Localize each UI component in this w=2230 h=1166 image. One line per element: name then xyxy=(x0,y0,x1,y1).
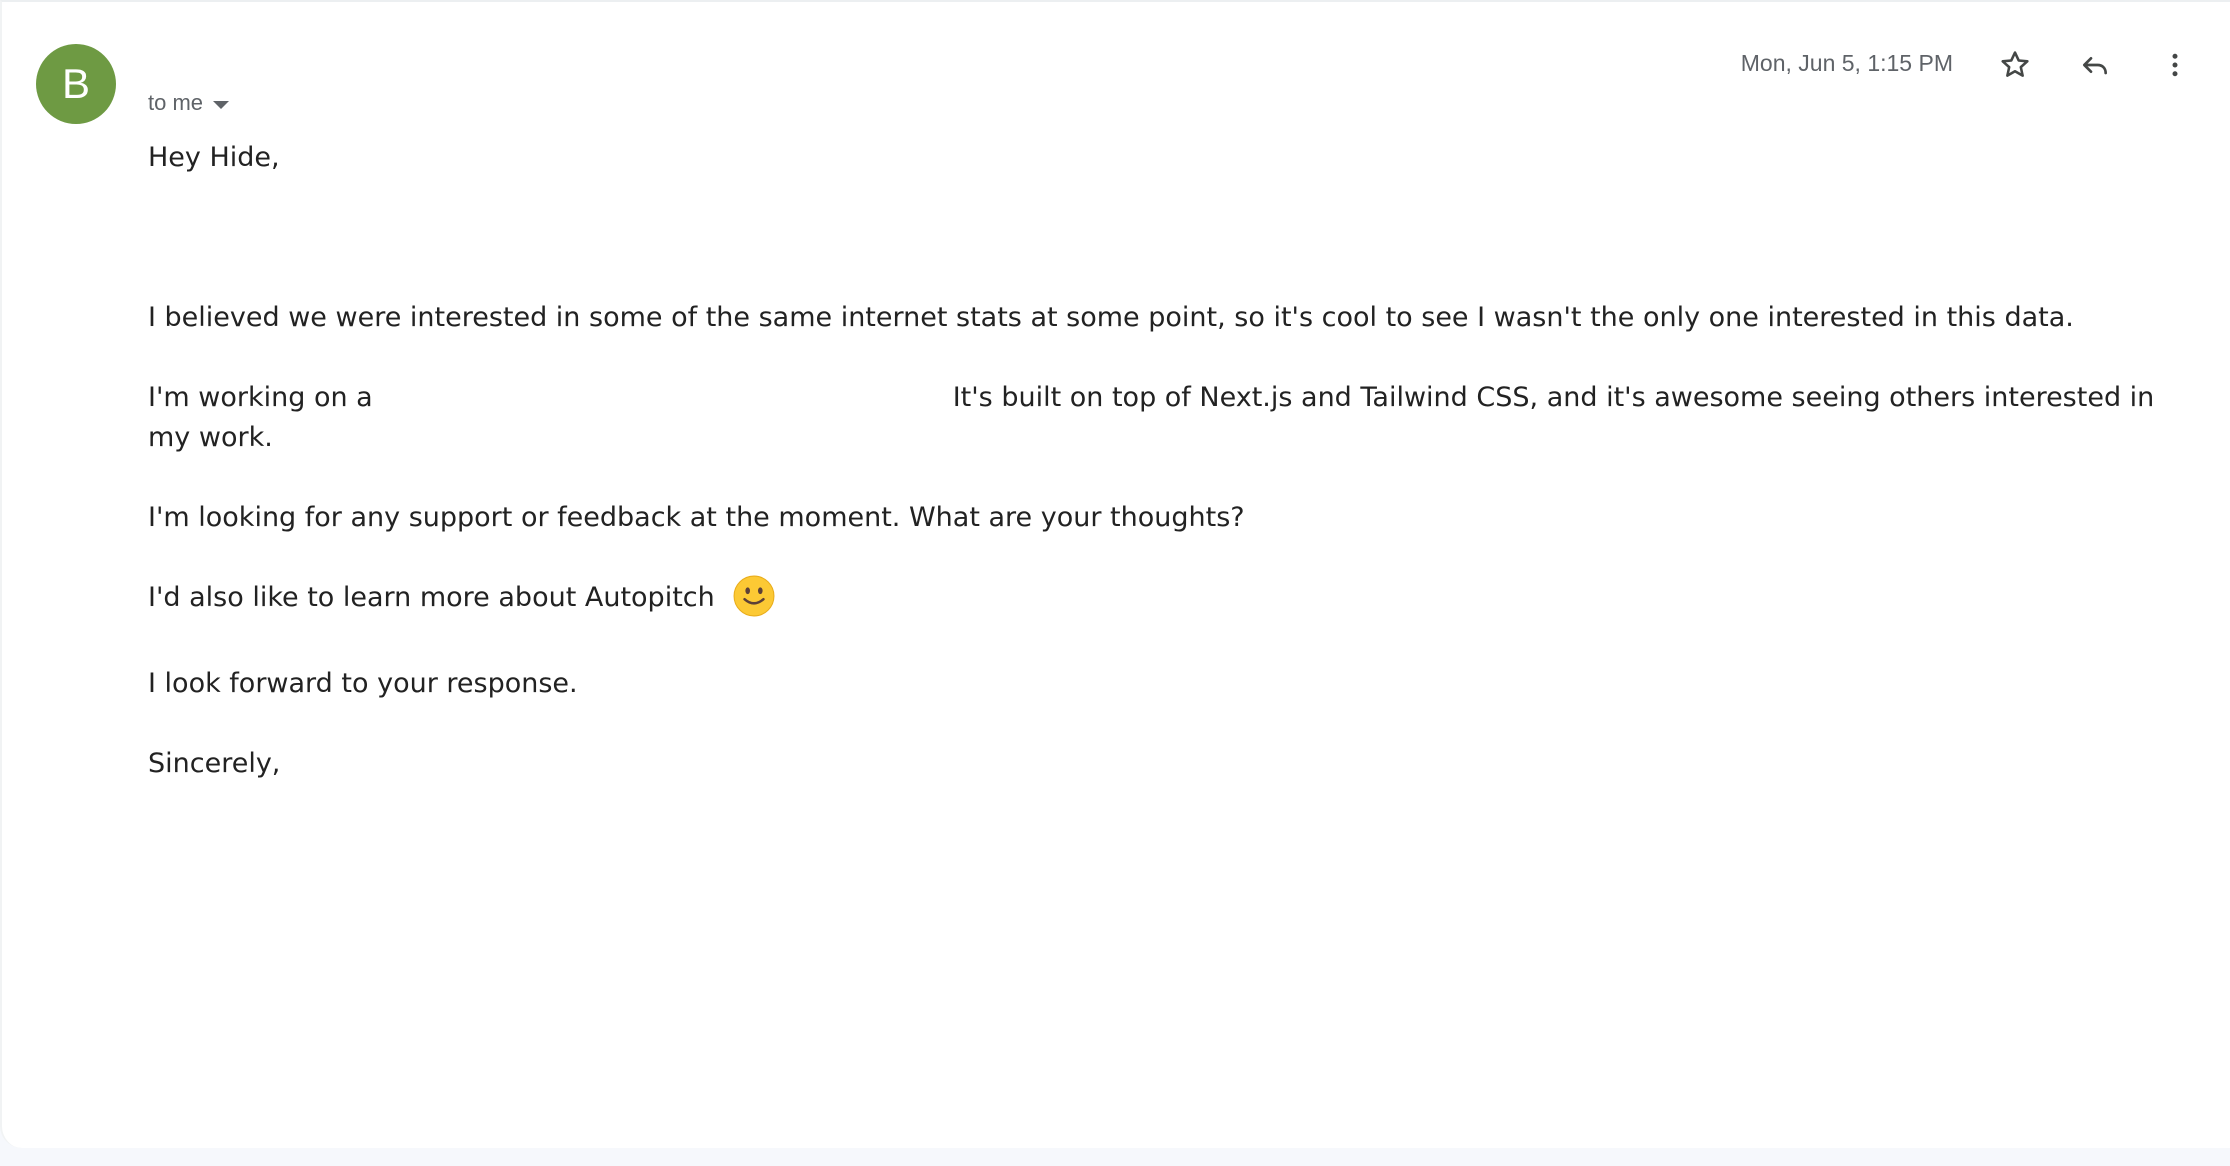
body-paragraph: I believed we were interested in some of… xyxy=(148,302,2074,333)
reply-icon xyxy=(2083,56,2107,75)
more-vert-icon xyxy=(2172,53,2178,77)
body-paragraph: I'm looking for any support or feedback … xyxy=(148,502,1245,533)
body-paragraph: I'm working on a It's built on top of Nex… xyxy=(148,378,2178,458)
sender-avatar[interactable]: B xyxy=(36,44,116,124)
email-message-card: B to me Mon, Jun 5, 1:15 PM Hey Hide, I … xyxy=(0,0,2230,1148)
message-date: Mon, Jun 5, 1:15 PM xyxy=(1740,50,1953,76)
reply-button[interactable] xyxy=(2070,40,2120,90)
sender-initial: B xyxy=(61,60,90,107)
message-body: Hey Hide, I believed we were interested … xyxy=(148,138,2178,784)
closing: Sincerely, xyxy=(148,748,281,779)
star-icon xyxy=(2001,51,2029,77)
body-paragraph: I look forward to your response. xyxy=(148,668,578,699)
body-paragraph: I'd also like to learn more about Autopi… xyxy=(148,575,2178,618)
star-button[interactable] xyxy=(1990,40,2040,90)
more-options-button[interactable] xyxy=(2150,40,2200,90)
paragraph-text: I'd also like to learn more about Autopi… xyxy=(148,582,715,613)
recipients-dropdown[interactable]: to me xyxy=(148,90,230,116)
greeting: Hey Hide, xyxy=(148,142,280,173)
caret-down-icon xyxy=(213,100,230,109)
paragraph-text: It's built on top of Next.js and Tailwin… xyxy=(148,382,2155,453)
recipients-label: to me xyxy=(148,90,204,115)
smiling-face-emoji-icon xyxy=(733,575,775,616)
paragraph-text: I'm working on a xyxy=(148,382,373,413)
